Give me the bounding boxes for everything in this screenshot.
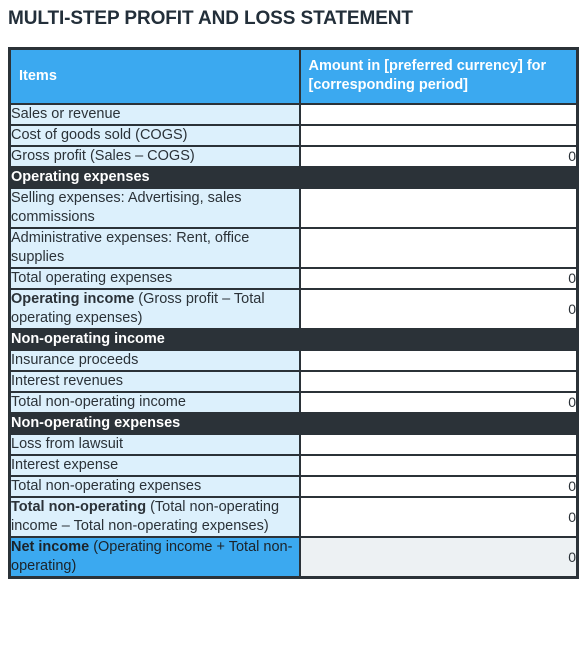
row-label-emphasis: Total non-operating (11, 499, 147, 515)
row-label: Loss from lawsuit (8, 433, 301, 456)
row-label: Total non-operating (Total non-operating… (8, 496, 301, 538)
table-section-row: Non-operating expenses (8, 412, 579, 435)
row-label: Insurance proceeds (8, 349, 301, 372)
row-amount-cell[interactable]: 0 (298, 267, 579, 290)
table-row: Total non-operating expenses 0 (8, 475, 579, 498)
table-section-row: Operating expenses (8, 166, 579, 189)
row-label: Total non-operating income (8, 391, 301, 414)
section-label: Non-operating income (8, 328, 579, 351)
table-row: Gross profit (Sales – COGS) 0 (8, 145, 579, 168)
row-label-emphasis: Net income (11, 539, 90, 555)
table-header-row: Items Amount in [preferred currency] for… (8, 47, 579, 105)
row-amount-cell[interactable]: 0 (298, 391, 579, 414)
column-header-amount: Amount in [preferred currency] for [corr… (298, 47, 579, 105)
row-amount-cell[interactable]: 0 (298, 496, 579, 538)
column-header-items: Items (8, 47, 301, 105)
row-amount-cell[interactable] (298, 454, 579, 477)
table-body: Items Amount in [preferred currency] for… (8, 47, 579, 579)
table-row: Total operating expenses 0 (8, 267, 579, 290)
row-label: Total operating expenses (8, 267, 301, 290)
table-row: Interest expense (8, 454, 579, 477)
row-label: Total non-operating expenses (8, 475, 301, 498)
row-amount-cell[interactable] (298, 349, 579, 372)
row-label: Administrative expenses: Rent, office su… (8, 227, 301, 269)
table-row: Net income (Operating income + Total non… (8, 536, 579, 579)
table-section-row: Non-operating income (8, 328, 579, 351)
row-amount-cell[interactable] (298, 103, 579, 126)
row-label: Selling expenses: Advertising, sales com… (8, 187, 301, 229)
row-label: Interest revenues (8, 370, 301, 393)
table-row: Selling expenses: Advertising, sales com… (8, 187, 579, 229)
row-label: Net income (Operating income + Total non… (8, 536, 301, 579)
table-row: Cost of goods sold (COGS) (8, 124, 579, 147)
page-title: MULTI-STEP PROFIT AND LOSS STATEMENT (8, 8, 413, 29)
profit-loss-table: Items Amount in [preferred currency] for… (8, 47, 579, 579)
table-row: Total non-operating (Total non-operating… (8, 496, 579, 538)
table-row: Insurance proceeds (8, 349, 579, 372)
row-amount-cell[interactable]: 0 (298, 145, 579, 168)
table-row: Administrative expenses: Rent, office su… (8, 227, 579, 269)
table-row: Loss from lawsuit (8, 433, 579, 456)
section-label: Non-operating expenses (8, 412, 579, 435)
row-amount-cell[interactable] (298, 124, 579, 147)
row-amount-cell[interactable] (298, 433, 579, 456)
row-amount-cell[interactable]: 0 (298, 536, 579, 579)
table-row: Total non-operating income 0 (8, 391, 579, 414)
row-label: Operating income (Gross profit – Total o… (8, 288, 301, 330)
table-row: Interest revenues (8, 370, 579, 393)
row-label: Gross profit (Sales – COGS) (8, 145, 301, 168)
row-label: Interest expense (8, 454, 301, 477)
row-amount-cell[interactable] (298, 187, 579, 229)
row-label: Cost of goods sold (COGS) (8, 124, 301, 147)
row-amount-cell[interactable]: 0 (298, 288, 579, 330)
profit-loss-statement-page: MULTI-STEP PROFIT AND LOSS STATEMENT Ite… (0, 0, 584, 655)
row-amount-cell[interactable] (298, 227, 579, 269)
row-amount-cell[interactable] (298, 370, 579, 393)
row-amount-cell[interactable]: 0 (298, 475, 579, 498)
row-label: Sales or revenue (8, 103, 301, 126)
table-row: Operating income (Gross profit – Total o… (8, 288, 579, 330)
table-row: Sales or revenue (8, 103, 579, 126)
row-label-emphasis: Operating income (11, 291, 135, 307)
section-label: Operating expenses (8, 166, 579, 189)
